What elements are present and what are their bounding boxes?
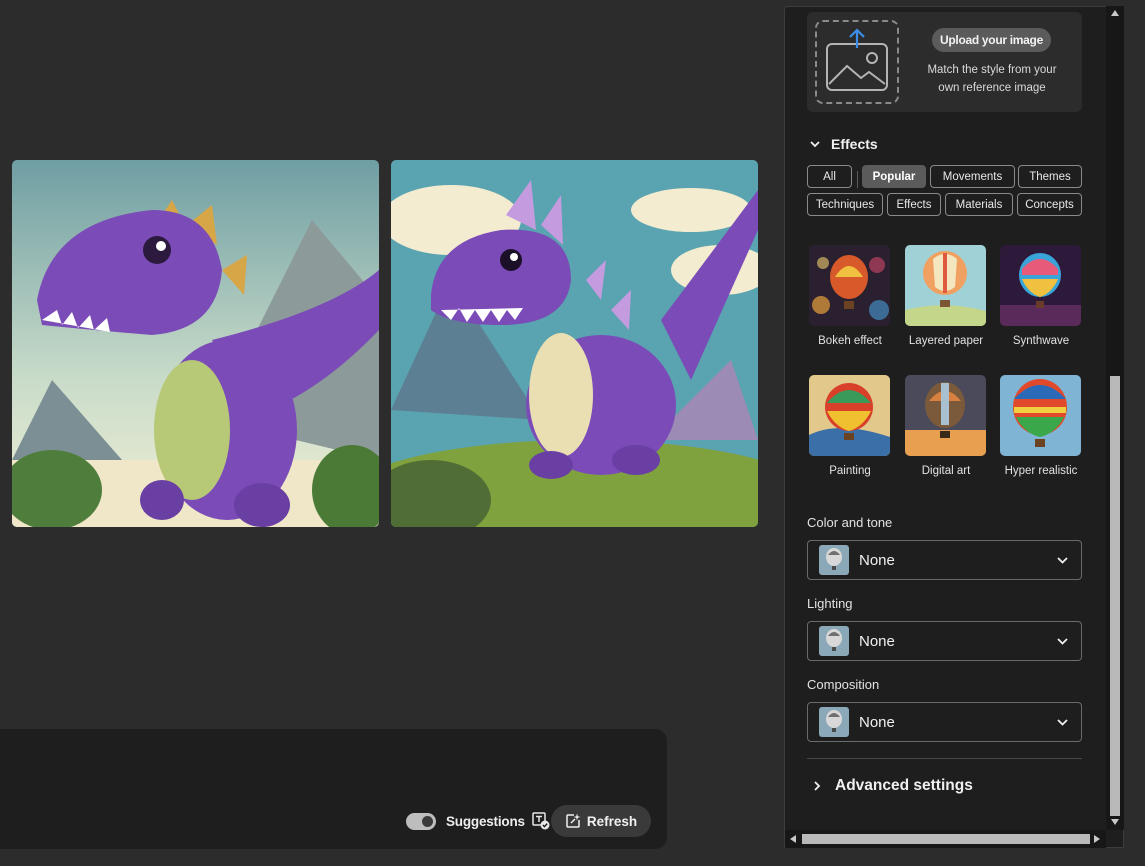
- effect-thumb-hyper-realistic[interactable]: [1000, 375, 1081, 456]
- advanced-settings-toggle[interactable]: Advanced settings: [811, 777, 973, 795]
- upload-reference-card: Upload your image Match the style from y…: [807, 12, 1082, 112]
- color-tone-select[interactable]: None: [807, 540, 1082, 580]
- vertical-scroll-thumb[interactable]: [1110, 376, 1120, 816]
- filter-chip-movements[interactable]: Movements: [930, 165, 1015, 188]
- effect-label-synthwave: Synthwave: [1012, 335, 1070, 347]
- effect-thumb-layered-paper[interactable]: [905, 245, 986, 326]
- effect-thumb-synthwave[interactable]: [1000, 245, 1081, 326]
- suggestions-label: Suggestions: [446, 813, 525, 829]
- section-divider: [807, 758, 1082, 759]
- hot-air-balloon-painting-icon: [809, 375, 890, 456]
- effect-thumb-painting[interactable]: [809, 375, 890, 456]
- filter-separator: [857, 171, 858, 188]
- chevron-down-icon: [1057, 638, 1068, 645]
- filter-chip-all[interactable]: All: [807, 165, 852, 188]
- effect-thumb-bokeh[interactable]: [809, 245, 890, 326]
- refresh-sparkle-icon: [566, 813, 581, 828]
- balloon-preview-icon: [819, 626, 849, 656]
- text-suggestion-icon[interactable]: [532, 812, 550, 830]
- scroll-right-arrow-icon[interactable]: [1094, 835, 1100, 843]
- purple-dinosaur-image: [12, 160, 379, 527]
- filter-chip-themes[interactable]: Themes: [1018, 165, 1082, 188]
- filter-chip-techniques[interactable]: Techniques: [807, 193, 883, 216]
- style-panel: Upload your image Match the style from y…: [784, 6, 1124, 848]
- generated-image-2[interactable]: [391, 160, 758, 527]
- filter-chip-effects[interactable]: Effects: [887, 193, 941, 216]
- color-tone-label: Color and tone: [807, 515, 893, 530]
- effect-label-painting: Painting: [829, 465, 871, 477]
- composition-select[interactable]: None: [807, 702, 1082, 742]
- scroll-down-arrow-icon[interactable]: [1111, 819, 1119, 825]
- advanced-settings-label: Advanced settings: [835, 777, 973, 794]
- purple-dinosaur-image: [391, 160, 758, 527]
- upload-description: Match the style from your own reference …: [927, 64, 1057, 94]
- hot-air-balloon-digital-art-icon: [905, 375, 986, 456]
- hot-air-balloon-paper-icon: [905, 245, 986, 326]
- lighting-label: Lighting: [807, 596, 853, 611]
- chevron-down-icon: [1057, 557, 1068, 564]
- hot-air-balloon-realistic-icon: [1000, 375, 1081, 456]
- balloon-preview-icon: [819, 707, 849, 737]
- upload-image-button[interactable]: Upload your image: [932, 28, 1051, 52]
- scroll-up-arrow-icon[interactable]: [1111, 10, 1119, 16]
- suggestions-toggle[interactable]: [406, 812, 436, 830]
- effects-title: Effects: [831, 136, 878, 152]
- panel-horizontal-scrollbar[interactable]: [785, 830, 1106, 848]
- horizontal-scroll-thumb[interactable]: [802, 834, 1090, 844]
- effect-thumb-digital-art[interactable]: [905, 375, 986, 456]
- composition-label: Composition: [807, 677, 880, 692]
- effect-label-layered-paper: Layered paper: [908, 335, 984, 347]
- filter-chip-materials[interactable]: Materials: [945, 193, 1013, 216]
- chevron-down-icon: [810, 141, 820, 148]
- panel-vertical-scrollbar[interactable]: [1106, 6, 1124, 830]
- effects-section-header[interactable]: Effects: [809, 136, 878, 152]
- lighting-select[interactable]: None: [807, 621, 1082, 661]
- hot-air-balloon-bokeh-icon: [809, 245, 890, 326]
- lighting-value: None: [859, 632, 895, 650]
- generated-image-1[interactable]: [12, 160, 379, 527]
- effect-label-hyper-realistic: Hyper realistic: [1004, 465, 1078, 477]
- filter-chip-popular[interactable]: Popular: [862, 165, 926, 188]
- composition-value: None: [859, 713, 895, 731]
- refresh-button[interactable]: Refresh: [551, 805, 651, 837]
- scroll-left-arrow-icon[interactable]: [790, 835, 796, 843]
- upload-drop-zone[interactable]: [815, 20, 899, 104]
- color-tone-value: None: [859, 551, 895, 569]
- refresh-label: Refresh: [586, 813, 638, 829]
- hot-air-balloon-synthwave-icon: [1000, 245, 1081, 326]
- suggestions-control: Suggestions: [406, 811, 550, 831]
- effect-label-bokeh: Bokeh effect: [818, 335, 882, 347]
- filter-chip-concepts[interactable]: Concepts: [1017, 193, 1082, 216]
- effect-label-digital-art: Digital art: [921, 465, 971, 477]
- image-upload-icon: [826, 28, 888, 91]
- chevron-down-icon: [1057, 719, 1068, 726]
- chevron-right-icon: [814, 781, 821, 791]
- balloon-preview-icon: [819, 545, 849, 575]
